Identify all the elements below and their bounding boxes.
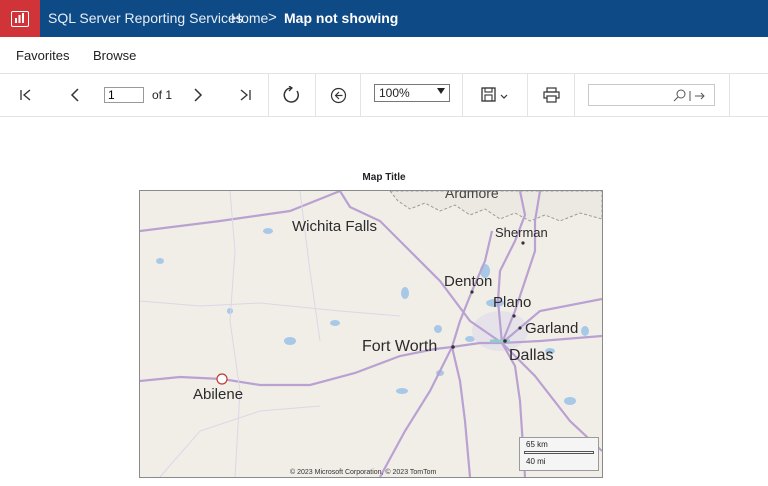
last-page-icon[interactable] xyxy=(237,86,253,104)
back-to-parent-icon[interactable] xyxy=(329,86,347,104)
previous-page-icon[interactable] xyxy=(68,86,82,104)
breadcrumb-current: Map not showing xyxy=(284,10,399,26)
zoom-select[interactable]: 100% xyxy=(374,84,450,102)
refresh-icon[interactable] xyxy=(282,86,302,104)
nav-browse[interactable]: Browse xyxy=(93,48,136,63)
scale-km-label: 65 km xyxy=(526,440,548,449)
chevron-down-icon xyxy=(437,88,445,94)
city-label-dallas: Dallas xyxy=(509,347,554,364)
report-toolbar: of 1 100% xyxy=(0,74,768,117)
breadcrumb-separator: > xyxy=(268,9,277,26)
first-page-icon[interactable] xyxy=(18,86,34,104)
page-count-label: of 1 xyxy=(152,88,173,102)
print-icon[interactable] xyxy=(542,86,560,104)
city-label-wichita-falls: Wichita Falls xyxy=(292,218,378,235)
find-input[interactable] xyxy=(588,84,715,106)
next-page-icon[interactable] xyxy=(191,86,205,104)
city-label-denton: Denton xyxy=(444,273,493,290)
bar-chart-icon xyxy=(15,12,24,23)
map[interactable]: Ardmore Wichita Falls Sherman Denton Pla… xyxy=(139,190,603,478)
export-save-icon[interactable] xyxy=(480,86,512,104)
city-label-abilene: Abilene xyxy=(193,386,244,403)
nav-bar: Favorites Browse xyxy=(0,37,768,74)
app-title[interactable]: SQL Server Reporting Services xyxy=(48,10,243,26)
map-copyright: © 2023 Microsoft Corporation, © 2023 Tom… xyxy=(290,469,437,476)
city-label-ardmore: Ardmore xyxy=(445,190,499,201)
page-number-input[interactable] xyxy=(104,87,144,103)
scale-mi-label: 40 mi xyxy=(526,457,546,466)
zoom-value: 100% xyxy=(379,86,410,100)
map-scale-bar: 65 km 40 mi xyxy=(519,437,599,471)
nav-favorites[interactable]: Favorites xyxy=(16,48,69,63)
map-title: Map Title xyxy=(362,172,406,183)
city-label-fort-worth: Fort Worth xyxy=(362,338,438,355)
breadcrumb-home[interactable]: Home xyxy=(231,10,268,26)
ssrs-logo-icon[interactable] xyxy=(0,0,40,37)
scale-line xyxy=(524,451,594,454)
city-label-sherman: Sherman xyxy=(495,225,548,240)
top-header: SQL Server Reporting Services Home > Map… xyxy=(0,0,768,37)
city-label-garland: Garland xyxy=(525,320,579,337)
city-label-plano: Plano xyxy=(493,294,532,311)
